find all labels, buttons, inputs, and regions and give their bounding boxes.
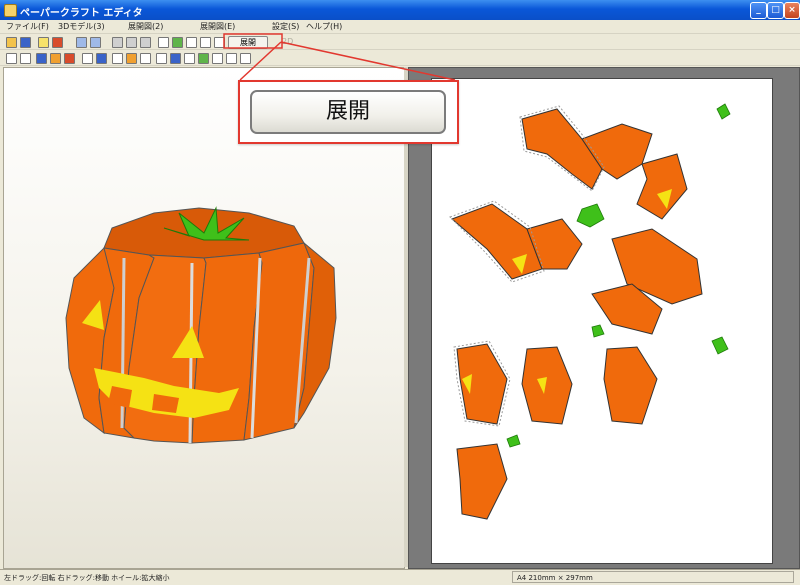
menu-bar: ファイル(F) 3Dモデル(3) 展開図(2) 展開図(E) 設定(S) ヘルプ… [0, 20, 800, 34]
join-icon[interactable] [96, 53, 107, 64]
new-icon[interactable] [38, 37, 49, 48]
select-icon[interactable] [214, 37, 225, 48]
menu-unfolded[interactable]: 展開図(2) [128, 21, 163, 32]
unfold-button[interactable]: 展開 [228, 36, 268, 49]
fold-icon[interactable] [170, 53, 181, 64]
move-icon[interactable] [82, 53, 93, 64]
callout-box: 展開 [238, 80, 459, 144]
menu-file[interactable]: ファイル(F) [6, 21, 49, 32]
window-title: ペーパークラフト エディタ [20, 8, 143, 19]
open-icon[interactable] [6, 37, 17, 48]
menu-3d-model[interactable]: 3Dモデル(3) [58, 21, 105, 32]
status-text: 左ドラッグ:回転 右ドラッグ:移動 ホイール:拡大縮小 [4, 574, 170, 582]
layout-page [431, 78, 773, 564]
option-icon[interactable] [240, 53, 251, 64]
toolbar-secondary [0, 50, 800, 66]
print-icon[interactable] [52, 37, 63, 48]
texture-icon[interactable] [126, 53, 137, 64]
text-icon[interactable] [226, 53, 237, 64]
frame-icon[interactable] [20, 53, 31, 64]
cut-icon[interactable] [140, 37, 151, 48]
redo-icon[interactable] [90, 37, 101, 48]
line-icon[interactable] [140, 53, 151, 64]
grid-icon[interactable] [200, 37, 211, 48]
number-icon[interactable] [184, 53, 195, 64]
align-icon[interactable] [212, 53, 223, 64]
toolbar-main: 展開 2D [0, 34, 800, 50]
check-icon[interactable] [198, 53, 209, 64]
unfolded-pieces [449, 103, 731, 520]
app-icon [4, 4, 17, 17]
menu-settings[interactable]: 設定(S) [272, 21, 299, 32]
status-page-info: A4 210mm × 297mm [512, 571, 794, 583]
cut-line-icon[interactable] [156, 53, 167, 64]
menu-layout[interactable]: 展開図(E) [200, 21, 235, 32]
callout-unfold-button[interactable]: 展開 [250, 90, 446, 134]
face-icon[interactable] [64, 53, 75, 64]
layer-icon[interactable] [36, 53, 47, 64]
undo-icon[interactable] [76, 37, 87, 48]
close-button[interactable]: × [784, 2, 800, 19]
menu-help[interactable]: ヘルプ(H) [306, 21, 342, 32]
flap-icon[interactable] [112, 53, 123, 64]
unfolded-layout-view[interactable] [408, 67, 800, 569]
page-icon[interactable] [6, 53, 17, 64]
pen-icon[interactable] [112, 37, 123, 48]
zoom-icon[interactable] [158, 37, 169, 48]
title-bar: ペーパークラフト エディタ _ □ × [0, 0, 800, 20]
toolbar-hint: 2D [282, 37, 294, 46]
copy-icon[interactable] [126, 37, 137, 48]
save-icon[interactable] [20, 37, 31, 48]
rotate-icon[interactable] [172, 37, 183, 48]
paint-icon[interactable] [50, 53, 61, 64]
minimize-button[interactable]: _ [750, 2, 767, 19]
view-icon[interactable] [186, 37, 197, 48]
status-bar: 左ドラッグ:回転 右ドラッグ:移動 ホイール:拡大縮小 A4 210mm × 2… [0, 569, 800, 585]
maximize-button[interactable]: □ [767, 2, 784, 19]
